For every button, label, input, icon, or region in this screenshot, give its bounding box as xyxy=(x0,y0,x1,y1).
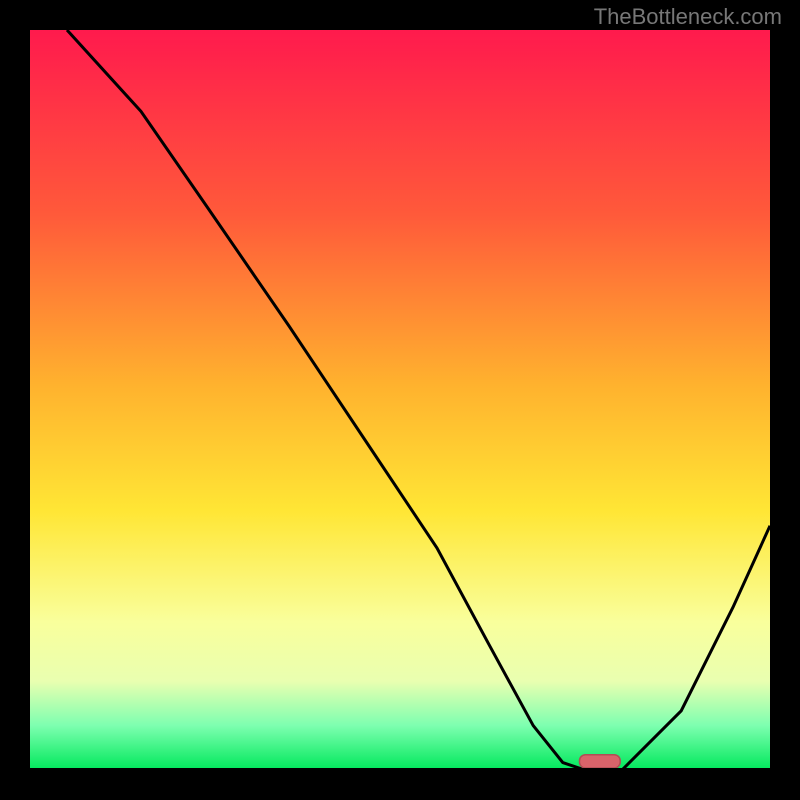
chart-frame: TheBottleneck.com xyxy=(0,0,800,800)
optimal-marker xyxy=(580,755,621,768)
bottleneck-curve xyxy=(67,30,770,770)
watermark-label: TheBottleneck.com xyxy=(594,4,782,30)
plot-area xyxy=(30,30,770,770)
chart-svg xyxy=(30,30,770,770)
